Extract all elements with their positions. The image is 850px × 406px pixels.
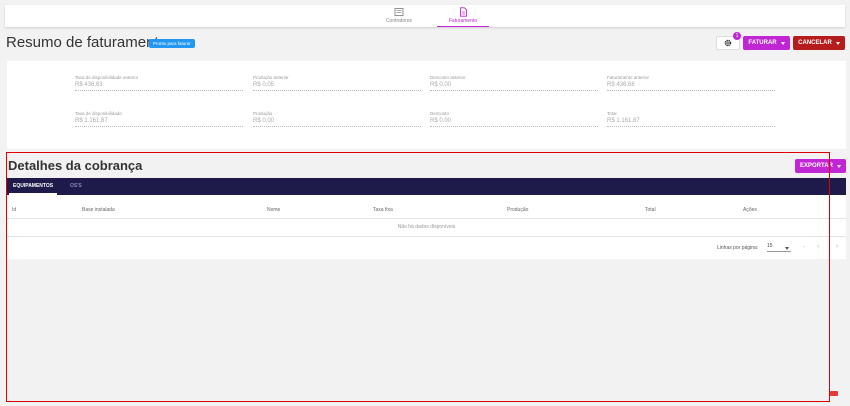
chevron-down-icon	[785, 247, 789, 250]
prev-page-icon[interactable]: ‹	[817, 243, 819, 250]
field-taxa-anterior: Taxa de disponibilidade anterior R$ 436,…	[75, 75, 243, 91]
chevron-down-icon	[835, 41, 840, 45]
status-badge: Pronto para faturar	[149, 39, 195, 48]
chevron-down-icon	[780, 41, 785, 45]
document-icon	[459, 7, 467, 17]
field-label: Taxa de disponibilidade	[75, 111, 122, 116]
cancelar-label: CANCELAR	[798, 40, 832, 46]
field-label: Produção	[253, 111, 273, 116]
field-total: Total R$ 1.161,87	[607, 111, 775, 127]
nav-item-faturamento[interactable]: Faturamento	[433, 7, 493, 27]
field-label: Faturamento anterior	[607, 75, 650, 80]
rows-per-page-label: Linhas por página:	[717, 245, 759, 251]
rows-per-page-value: 15	[767, 243, 773, 249]
column-header-nome[interactable]: Nome	[267, 207, 280, 213]
cancelar-button[interactable]: CANCELAR	[793, 36, 845, 50]
list-icon	[394, 8, 404, 16]
nav-item-contratores[interactable]: Contratores	[369, 7, 429, 24]
field-value: R$ 1.161,87	[607, 118, 640, 124]
column-header-taxa-fixa[interactable]: Taxa fixa	[373, 207, 393, 213]
empty-state-text: Não há dados disponíveis	[397, 224, 456, 230]
nav-label-faturamento: Faturamento	[448, 18, 478, 24]
field-label: Total	[607, 111, 617, 116]
summary-card: Taxa de disponibilidade anterior R$ 436,…	[7, 61, 846, 149]
tab-oss[interactable]: OS'S	[70, 178, 82, 195]
top-nav: Contratores Faturamento	[5, 5, 845, 27]
field-value: R$ 1.161,87	[75, 118, 108, 124]
row-divider	[7, 236, 846, 237]
details-table: Id Base instalada Nome Taxa fixa Produçã…	[7, 195, 846, 259]
notification-badge: 1	[733, 32, 741, 40]
field-value: R$ 436,68	[607, 82, 635, 88]
field-label: Taxa de disponibilidade anterior	[75, 75, 139, 80]
column-header-acoes: Ações	[743, 207, 757, 213]
tab-equipamentos[interactable]: EQUIPAMENTOS	[8, 178, 58, 195]
field-label: Produção anterior	[253, 75, 289, 80]
field-value: R$ 436,63	[75, 82, 103, 88]
pagination-range: -	[803, 244, 805, 250]
field-desconto-anterior: Desconto anterior R$ 0,00	[430, 75, 598, 91]
field-label: Desconto anterior	[430, 75, 466, 80]
field-producao: Produção R$ 0,00	[253, 111, 421, 127]
column-header-total[interactable]: Total	[645, 207, 656, 213]
rows-per-page-select[interactable]: 15	[767, 243, 791, 252]
gear-icon	[724, 39, 732, 47]
field-label: Desconto	[430, 111, 450, 116]
field-producao-anterior: Produção anterior R$ 0,05	[253, 75, 421, 91]
field-value: R$ 0,00	[430, 82, 452, 88]
field-desconto: Desconto R$ 0,00	[430, 111, 598, 127]
header-divider	[7, 218, 846, 219]
field-value: R$ 0,00	[430, 118, 452, 124]
faturar-label: FATURAR	[748, 40, 777, 46]
field-taxa: Taxa de disponibilidade R$ 1.161,87	[75, 111, 243, 127]
field-value: R$ 0,00	[253, 118, 275, 124]
indicator-mark	[830, 391, 838, 396]
next-page-icon[interactable]: ›	[836, 243, 838, 250]
column-header-base-instalada[interactable]: Base instalada	[82, 207, 115, 213]
page-title: Resumo de faturamento	[6, 34, 167, 51]
nav-label-contratores: Contratores	[385, 18, 413, 24]
column-header-producao[interactable]: Produção	[507, 207, 528, 213]
faturar-button[interactable]: FATURAR	[743, 36, 790, 50]
exportar-label: EXPORTAR	[800, 163, 833, 169]
exportar-button[interactable]: EXPORTAR	[795, 159, 846, 173]
chevron-down-icon	[836, 164, 841, 168]
field-faturamento-anterior: Faturamento anterior R$ 436,68	[607, 75, 775, 91]
field-value: R$ 0,05	[253, 82, 275, 88]
details-tabbar: EQUIPAMENTOS OS'S	[7, 178, 846, 195]
details-title: Detalhes da cobrança	[8, 158, 143, 173]
column-header-id[interactable]: Id	[12, 207, 16, 213]
